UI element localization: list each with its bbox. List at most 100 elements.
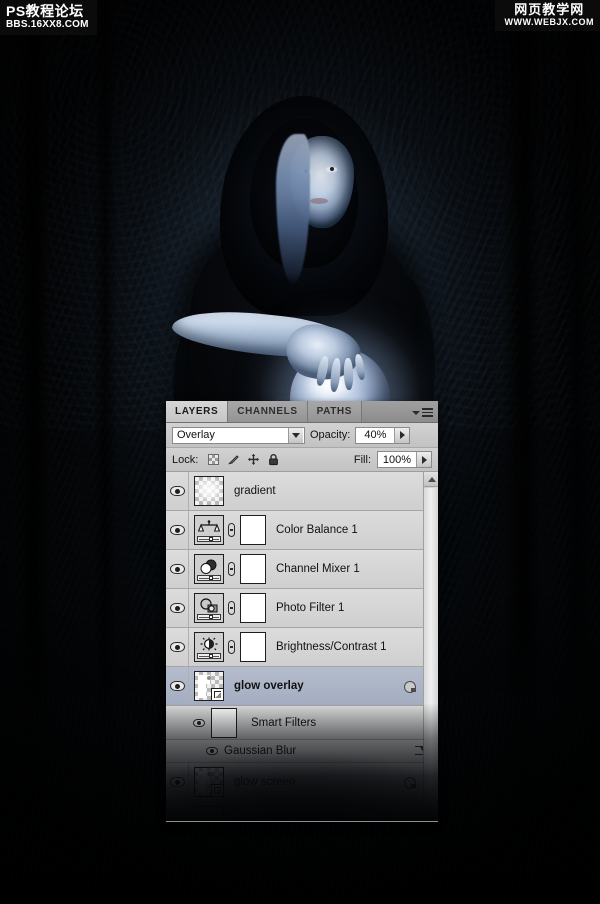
scroll-up-icon[interactable] bbox=[424, 472, 438, 487]
watermark-left-url: BBS.16XX8.COM bbox=[6, 18, 89, 30]
layer-row[interactable]: Color Balance 1 bbox=[166, 511, 438, 550]
layers-panel: LAYERS CHANNELS PATHS Overlay Opacity: 4… bbox=[166, 401, 438, 822]
link-icon[interactable] bbox=[226, 562, 237, 576]
opacity-stepper-icon[interactable] bbox=[394, 427, 410, 443]
watermark-left-title: PS教程论坛 bbox=[6, 3, 84, 19]
fill-field[interactable]: 100% bbox=[377, 451, 432, 468]
tab-layers[interactable]: LAYERS bbox=[166, 401, 229, 422]
layer-visibility-toggle[interactable] bbox=[166, 763, 189, 801]
lock-all-icon[interactable] bbox=[267, 453, 280, 466]
lock-icon-group bbox=[207, 453, 280, 466]
lock-transparency-icon[interactable] bbox=[207, 453, 220, 466]
tab-channels[interactable]: CHANNELS bbox=[228, 401, 308, 422]
filter-mask-icon[interactable] bbox=[403, 776, 416, 789]
gradient-thumb[interactable] bbox=[194, 476, 224, 506]
watermark-left: PS教程论坛 BBS.16XX8.COM bbox=[0, 0, 97, 36]
panel-menu-icon[interactable] bbox=[412, 406, 434, 419]
fill-stepper-icon[interactable] bbox=[416, 452, 431, 467]
layer-name: hands bbox=[234, 815, 266, 822]
layer-mask-thumb[interactable] bbox=[240, 554, 266, 584]
layer-mask-thumb[interactable] bbox=[240, 632, 266, 662]
eye-icon bbox=[193, 718, 205, 727]
layer-mask-thumb[interactable] bbox=[240, 593, 266, 623]
smart-filter-mask-thumb[interactable] bbox=[211, 707, 237, 738]
layer-visibility-toggle[interactable] bbox=[166, 589, 189, 627]
layer-name: gradient bbox=[234, 485, 276, 497]
link-icon[interactable] bbox=[226, 601, 237, 615]
eye-icon bbox=[169, 525, 185, 535]
fill-value[interactable]: 100% bbox=[378, 454, 416, 466]
link-icon[interactable] bbox=[226, 640, 237, 654]
layer-visibility-toggle[interactable] bbox=[166, 550, 189, 588]
smart-object-badge-icon bbox=[211, 688, 223, 700]
eye-icon bbox=[169, 681, 185, 691]
blend-mode-value: Overlay bbox=[177, 429, 215, 441]
layer-row-selected[interactable]: glow overlay bbox=[166, 667, 438, 706]
smart-object-thumb[interactable] bbox=[194, 767, 224, 797]
layer-row[interactable]: glow screen bbox=[166, 763, 438, 802]
watermark-right-url: WWW.WEBJX.COM bbox=[504, 16, 594, 27]
channel-mixer-icon[interactable] bbox=[194, 554, 224, 584]
eye-icon bbox=[169, 777, 185, 787]
layers-scrollbar[interactable] bbox=[423, 472, 438, 821]
layer-row[interactable]: gradient bbox=[166, 472, 438, 511]
smart-object-badge-icon bbox=[211, 784, 223, 796]
eye-icon bbox=[169, 816, 185, 821]
layer-name: Brightness/Contrast 1 bbox=[276, 641, 387, 653]
eye-icon bbox=[169, 564, 185, 574]
layer-row[interactable]: Photo Filter 1 bbox=[166, 589, 438, 628]
blend-mode-row: Overlay Opacity: 40% bbox=[166, 423, 438, 448]
layers-list: gradient Color Balance 1 Channel Mixer 1… bbox=[166, 472, 438, 822]
panel-tab-bar: LAYERS CHANNELS PATHS bbox=[166, 401, 438, 423]
chevron-down-icon[interactable] bbox=[288, 427, 303, 443]
lock-position-icon[interactable] bbox=[247, 453, 260, 466]
watermark-right: 网页教学网 WWW.WEBJX.COM bbox=[494, 0, 600, 32]
layer-visibility-toggle[interactable] bbox=[166, 472, 189, 510]
smart-filters-row[interactable]: Smart Filters bbox=[166, 706, 438, 740]
adjustment-slider bbox=[197, 614, 221, 620]
layer-name: Color Balance 1 bbox=[276, 524, 358, 536]
adjustment-slider bbox=[197, 536, 221, 542]
layer-name: Gaussian Blur bbox=[224, 745, 297, 757]
opacity-field[interactable]: 40% bbox=[355, 426, 411, 444]
eye-icon bbox=[169, 642, 185, 652]
smart-filter-row[interactable]: Gaussian Blur bbox=[166, 740, 438, 763]
link-icon[interactable] bbox=[226, 523, 237, 537]
fill-label: Fill: bbox=[353, 453, 371, 466]
layer-name: Channel Mixer 1 bbox=[276, 563, 360, 575]
watermark-right-title: 网页教学网 bbox=[514, 2, 585, 17]
layer-name: Photo Filter 1 bbox=[276, 602, 345, 614]
chevron-down-icon bbox=[412, 410, 420, 415]
layer-visibility-toggle[interactable] bbox=[166, 667, 189, 705]
filter-mask-icon[interactable] bbox=[403, 680, 416, 693]
photo-filter-icon[interactable] bbox=[194, 593, 224, 623]
layer-visibility-toggle[interactable] bbox=[166, 802, 189, 821]
lock-label: Lock: bbox=[172, 453, 199, 466]
smart-filters-visibility-toggle[interactable] bbox=[189, 706, 209, 739]
layer-mask-thumb[interactable] bbox=[240, 515, 266, 545]
layer-row[interactable]: hands bbox=[166, 802, 438, 822]
layer-visibility-toggle[interactable] bbox=[166, 511, 189, 549]
eye-icon bbox=[169, 603, 185, 613]
layer-visibility-toggle[interactable] bbox=[166, 628, 189, 666]
menu-lines-icon bbox=[422, 408, 433, 417]
lock-image-pixels-icon[interactable] bbox=[227, 453, 240, 466]
lock-row: Lock: Fill: 100% bbox=[166, 448, 438, 472]
layer-row[interactable]: Channel Mixer 1 bbox=[166, 550, 438, 589]
brightness-contrast-icon[interactable] bbox=[194, 632, 224, 662]
blend-mode-select[interactable]: Overlay bbox=[172, 426, 305, 444]
layer-row[interactable]: Brightness/Contrast 1 bbox=[166, 628, 438, 667]
adjustment-slider bbox=[197, 575, 221, 581]
opacity-value[interactable]: 40% bbox=[356, 429, 394, 441]
opacity-label: Opacity: bbox=[310, 429, 351, 441]
screenshot-root: PS教程论坛 BBS.16XX8.COM 网页教学网 WWW.WEBJX.COM… bbox=[0, 0, 600, 904]
eye-icon[interactable] bbox=[206, 747, 218, 755]
layer-name: Smart Filters bbox=[251, 716, 317, 729]
pixel-thumb[interactable] bbox=[194, 806, 224, 821]
scrollbar-track[interactable] bbox=[424, 488, 438, 821]
color-balance-icon[interactable] bbox=[194, 515, 224, 545]
layer-name: glow screen bbox=[234, 776, 296, 788]
tab-paths[interactable]: PATHS bbox=[307, 401, 363, 422]
adjustment-slider bbox=[197, 653, 221, 659]
smart-object-thumb[interactable] bbox=[194, 671, 224, 701]
